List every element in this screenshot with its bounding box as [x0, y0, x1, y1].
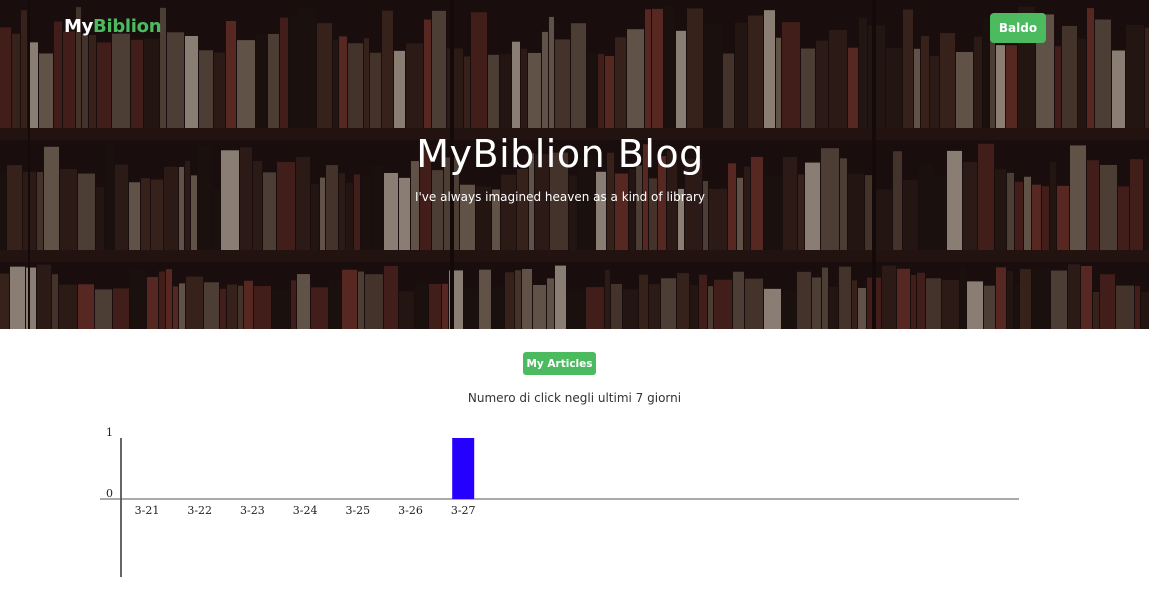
x-tick-label: 3-21 [135, 504, 160, 517]
hero-banner: MyBiblion Baldo MyBiblion Blog I've alwa… [0, 0, 1149, 329]
x-tick-label: 3-22 [187, 504, 212, 517]
x-tick-label: 3-25 [345, 504, 370, 517]
y-tick-label: 0 [106, 487, 113, 500]
y-tick-label: 1 [106, 426, 113, 439]
my-articles-button[interactable]: My Articles [523, 352, 596, 375]
brand-biblion: Biblion [93, 16, 162, 37]
x-tick-label: 3-26 [398, 504, 423, 517]
user-button[interactable]: Baldo [990, 13, 1046, 43]
clicks-bar-chart: 0 1 3-21 3-22 3-23 3-24 3-25 3-26 3-27 [100, 426, 1019, 577]
x-tick-label: 3-23 [240, 504, 265, 517]
hero-subtitle: I've always imagined heaven as a kind of… [414, 190, 706, 204]
hero-title: MyBiblion Blog [416, 132, 704, 176]
brand-logo[interactable]: MyBiblion [64, 16, 162, 37]
x-tick-label: 3-27 [451, 504, 476, 517]
chart-title: Numero di click negli ultimi 7 giorni [467, 391, 682, 405]
brand-my: My [64, 16, 94, 37]
x-tick-label: 3-24 [293, 504, 318, 517]
bar [452, 438, 475, 499]
